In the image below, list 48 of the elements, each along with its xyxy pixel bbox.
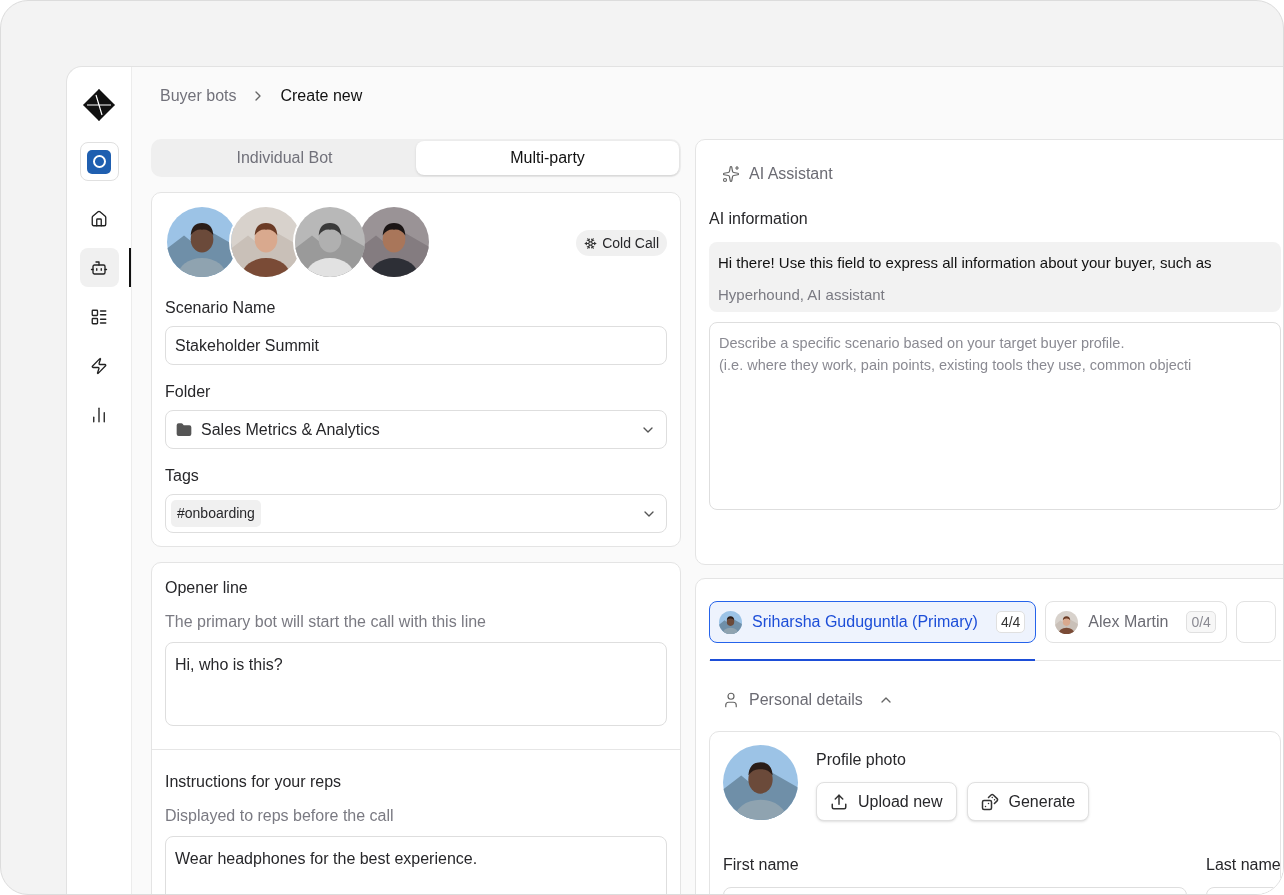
field-label: Folder [165, 382, 212, 402]
upload-icon [830, 792, 848, 811]
assistant-title: AI Assistant [749, 164, 833, 184]
lightning-icon [90, 356, 108, 375]
scenario-description-field[interactable]: Describe a specific scenario based on your target buyer profile. (i.e. where they work, pain points, existing tools they use, common objecti [709, 322, 1281, 510]
call-type-badge: Cold Call [576, 230, 667, 256]
scenario-name-field[interactable]: Stakeholder Summit [165, 326, 667, 365]
section-description: Displayed to reps before the call [165, 806, 395, 826]
count-badge: 4/4 [995, 611, 1026, 633]
personal-details-toggle[interactable]: Personal details [722, 688, 894, 712]
dice-icon [980, 792, 999, 811]
section-title: Opener line [165, 578, 249, 598]
active-indicator [129, 248, 131, 287]
tags-select[interactable]: #onboarding [165, 494, 667, 533]
message-author: Hyperhound, AI assistant [718, 284, 886, 305]
folder-select[interactable]: Sales Metrics & Analytics [165, 410, 667, 449]
breadcrumb-link[interactable]: Buyer bots [160, 84, 237, 108]
workspace-icon [87, 149, 111, 174]
nav-item[interactable] [79, 248, 119, 287]
field-label: Profile photo [816, 750, 907, 770]
snowflake-icon [584, 236, 598, 250]
home-icon [90, 209, 108, 228]
sparkle-icon [722, 165, 740, 183]
instructions-field[interactable]: Wear headphones for the best experience. [165, 836, 667, 894]
bar-chart-icon [90, 405, 108, 424]
tag-chip: #onboarding [171, 500, 261, 527]
message-text: Hi there! Use this field to express all information about your buyer, such as [718, 253, 1213, 273]
bot-icon [90, 258, 108, 277]
field-label: Last name [1206, 855, 1282, 875]
mode-tab[interactable]: Multi-party [416, 141, 679, 175]
upload-button[interactable]: Upload new [816, 782, 957, 821]
field-label: First name [723, 855, 800, 875]
mode-tab[interactable]: Individual Bot [153, 141, 416, 175]
section-description: The primary bot will start the call with this line [165, 612, 487, 632]
bot-tab[interactable]: Alex Martin 0/4 [1045, 601, 1227, 643]
user-icon [722, 691, 740, 709]
workspace-button[interactable] [79, 142, 119, 181]
folder-icon [176, 421, 192, 438]
field-label: AI information [709, 209, 809, 229]
field-label: Tags [165, 466, 200, 486]
breadcrumb-current: Create new [280, 86, 363, 106]
logo-icon[interactable] [83, 89, 115, 121]
count-badge: 0/4 [1186, 611, 1216, 633]
list-icon [90, 307, 108, 326]
section-title: Instructions for your reps [165, 772, 343, 792]
opener-line-field[interactable]: Hi, who is this? [165, 642, 667, 726]
generate-button[interactable]: Generate [966, 782, 1090, 821]
field-label: Scenario Name [165, 298, 277, 318]
